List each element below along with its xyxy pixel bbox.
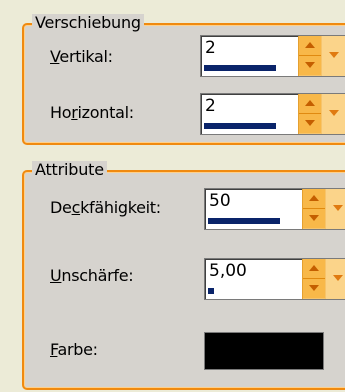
vertical-spin-buttons — [298, 36, 345, 76]
chevron-down-icon — [333, 205, 343, 211]
vertical-value[interactable]: 2 — [205, 38, 216, 58]
horizontal-spinbox[interactable]: 2 — [200, 93, 345, 135]
vertical-increment-button[interactable] — [299, 36, 321, 56]
arrow-down-icon — [305, 62, 315, 68]
horizontal-dropdown-button[interactable] — [322, 94, 345, 134]
color-label: Farbe: — [50, 340, 98, 359]
vertical-spinbox[interactable]: 2 — [200, 35, 345, 77]
opacity-spin-buttons — [302, 189, 345, 229]
horizontal-label: Horizontal: — [50, 103, 134, 122]
vertical-level-bar[interactable] — [204, 65, 276, 71]
opacity-dropdown-button[interactable] — [326, 189, 345, 229]
color-swatch[interactable] — [204, 332, 324, 370]
blur-label: Unschärfe: — [50, 266, 134, 285]
vertical-decrement-button[interactable] — [299, 56, 321, 75]
dialog-panel: { "verschiebung": { "title": "Verschiebu… — [0, 0, 345, 392]
attribute-title: Attribute — [32, 161, 107, 179]
vertical-label: Vertikal: — [50, 47, 113, 66]
arrow-up-icon — [305, 42, 315, 48]
opacity-label: Deckfähigkeit: — [50, 198, 161, 217]
blur-level-bar[interactable] — [208, 288, 214, 294]
chevron-down-icon — [329, 110, 339, 116]
opacity-level-bar[interactable] — [208, 218, 280, 224]
attribute-group: Attribute Deckfähigkeit: 50 Unschärfe: 5… — [22, 161, 345, 390]
arrow-down-icon — [309, 215, 319, 221]
opacity-spinbox[interactable]: 50 — [204, 188, 345, 230]
opacity-value[interactable]: 50 — [209, 191, 231, 211]
arrow-down-icon — [305, 120, 315, 126]
arrow-down-icon — [309, 285, 319, 291]
blur-increment-button[interactable] — [303, 259, 325, 279]
horizontal-decrement-button[interactable] — [299, 114, 321, 133]
arrow-up-icon — [309, 195, 319, 201]
opacity-decrement-button[interactable] — [303, 209, 325, 228]
blur-value[interactable]: 5,00 — [209, 261, 247, 281]
horizontal-value[interactable]: 2 — [205, 96, 216, 116]
horizontal-spin-buttons — [298, 94, 345, 134]
blur-spin-buttons — [302, 259, 345, 299]
horizontal-increment-button[interactable] — [299, 94, 321, 114]
horizontal-level-bar[interactable] — [204, 123, 276, 129]
opacity-increment-button[interactable] — [303, 189, 325, 209]
vertical-dropdown-button[interactable] — [322, 36, 345, 76]
chevron-down-icon — [333, 275, 343, 281]
arrow-up-icon — [309, 265, 319, 271]
chevron-down-icon — [329, 52, 339, 58]
verschiebung-group: Verschiebung Vertikal: 2 Horizontal: 2 — [22, 14, 345, 145]
arrow-up-icon — [305, 100, 315, 106]
blur-decrement-button[interactable] — [303, 279, 325, 298]
verschiebung-title: Verschiebung — [32, 14, 144, 32]
blur-dropdown-button[interactable] — [326, 259, 345, 299]
blur-spinbox[interactable]: 5,00 — [204, 258, 345, 300]
